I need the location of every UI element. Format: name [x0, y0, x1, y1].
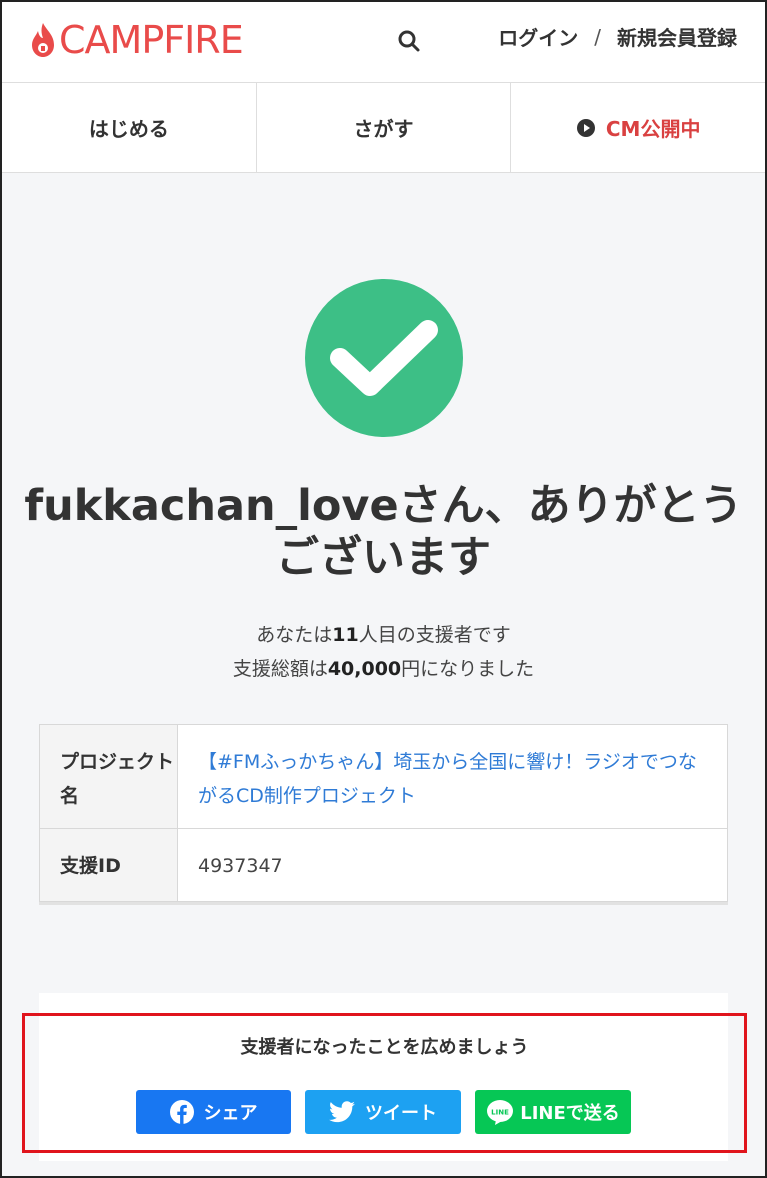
info-text: あなたは [256, 624, 333, 646]
twitter-tweet-button[interactable]: ツイート [305, 1090, 461, 1134]
nav-cm[interactable]: CM公開中 [511, 83, 765, 172]
facebook-share-label: シェア [203, 1103, 258, 1124]
project-label: プロジェクト名 [40, 725, 178, 828]
table-row: プロジェクト名 【#FMふっかちゃん】埼玉から全国に響け！ラジオでつながるCD制… [40, 725, 727, 829]
line-icon: LINE [487, 1100, 514, 1125]
line-send-label: LINEで送る [520, 1103, 620, 1124]
info-text: 人目の支援者です [358, 624, 511, 646]
link-separator: / [594, 24, 601, 49]
info-text: 円になりました [401, 658, 535, 680]
nav-start[interactable]: はじめる [2, 83, 257, 172]
campfire-logo[interactable]: CAMPFIRE [30, 18, 244, 62]
facebook-share-button[interactable]: シェア [136, 1090, 291, 1134]
supporter-count-line: あなたは11人目の支援者です [20, 618, 747, 652]
support-id-value: 4937347 [198, 855, 283, 877]
table-row: 支援ID 4937347 [40, 829, 727, 901]
logo-text: CAMPFIRE [59, 18, 244, 62]
line-send-button[interactable]: LINE LINEで送る [475, 1090, 631, 1134]
nav-explore[interactable]: さがす [257, 83, 512, 172]
main-nav: はじめる さがす CM公開中 [2, 83, 765, 173]
svg-text:LINE: LINE [491, 1109, 509, 1117]
twitter-bird-icon [329, 1101, 355, 1123]
site-header: CAMPFIRE ログイン / 新規会員登録 [2, 2, 765, 83]
flame-icon [32, 23, 54, 57]
support-id-label: 支援ID [40, 829, 178, 901]
play-icon [576, 118, 595, 137]
support-summary: あなたは11人目の支援者です 支援総額は40,000円になりました [20, 618, 747, 686]
search-icon[interactable] [396, 28, 422, 54]
project-link[interactable]: 【#FMふっかちゃん】埼玉から全国に響け！ラジオでつながるCD制作プロジェクト [198, 751, 697, 807]
share-title: 支援者になったことを広めましょう [240, 1037, 529, 1058]
signup-link[interactable]: 新規会員登録 [617, 22, 737, 51]
success-check-icon [305, 279, 463, 437]
project-cell: 【#FMふっかちゃん】埼玉から全国に響け！ラジオでつながるCD制作プロジェクト [178, 725, 727, 828]
login-link[interactable]: ログイン [498, 22, 578, 51]
thanks-title-line2: ございます [276, 533, 491, 583]
twitter-tweet-label: ツイート [365, 1103, 437, 1124]
auth-links: ログイン / 新規会員登録 [498, 22, 737, 51]
supporter-number: 11 [332, 624, 359, 646]
total-amount-line: 支援総額は40,000円になりました [20, 652, 747, 686]
info-text: 支援総額は [232, 658, 328, 680]
thanks-title-line1: fukkachan_loveさん、ありがとう [24, 481, 743, 531]
total-amount: 40,000 [327, 658, 402, 680]
support-details-table: プロジェクト名 【#FMふっかちゃん】埼玉から全国に響け！ラジオでつながるCD制… [39, 724, 728, 902]
nav-cm-label: CM公開中 [605, 117, 701, 141]
thanks-title: fukkachan_loveさん、ありがとう ございます [20, 480, 747, 584]
facebook-icon [169, 1100, 194, 1124]
